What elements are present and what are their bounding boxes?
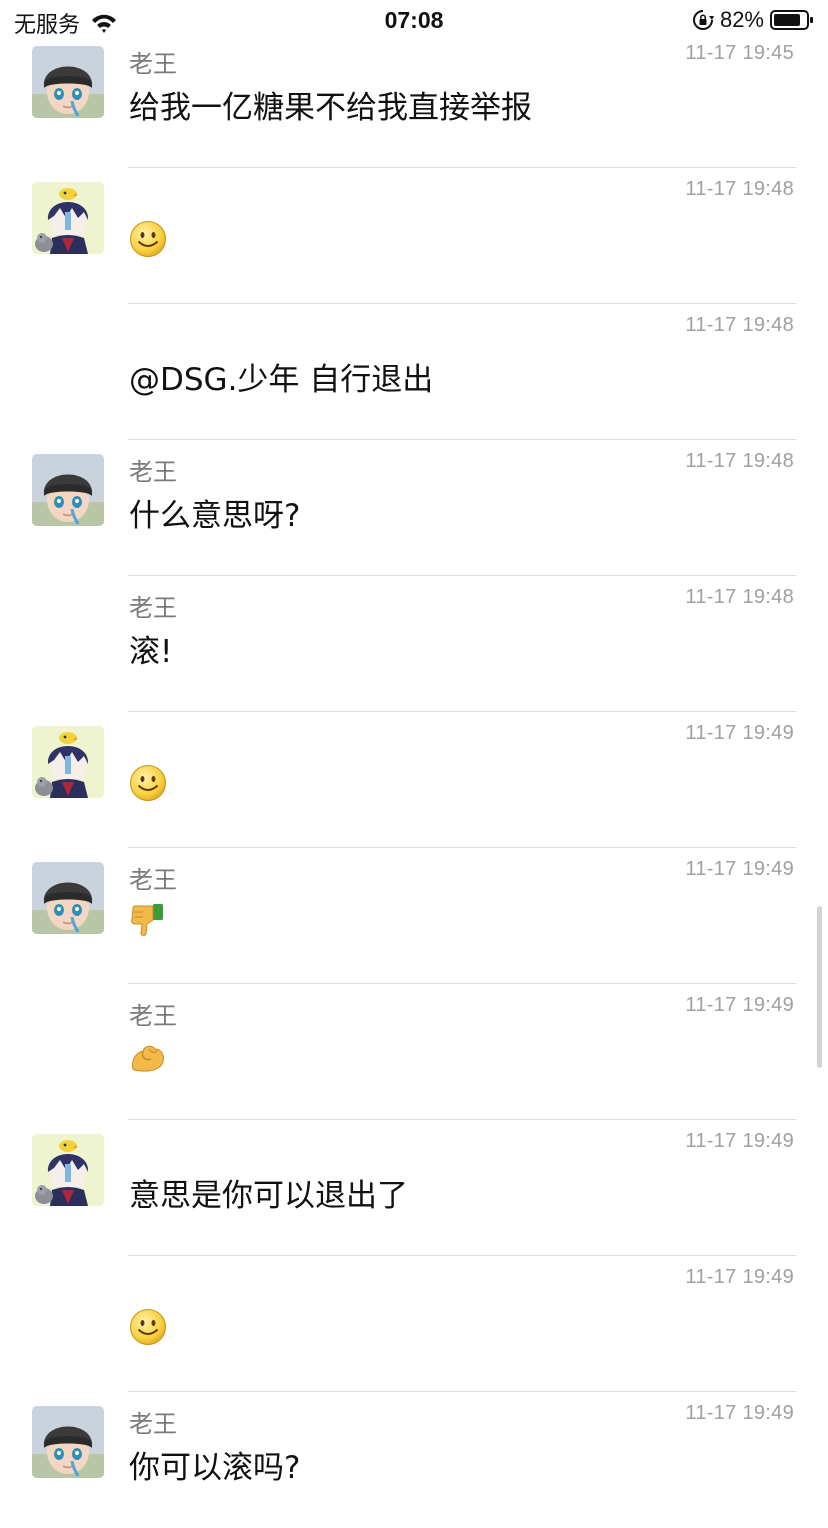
message-timestamp: 11-17 19:48 <box>685 314 794 336</box>
list-item[interactable]: 11-17 19:49 意思是你可以退出了 <box>0 1120 828 1256</box>
beanie-boy-avatar[interactable] <box>32 46 104 118</box>
battery-percent: 82% <box>719 7 764 32</box>
list-item[interactable]: 老王 11-17 19:48 什么意思呀? <box>0 440 828 576</box>
message-timestamp: 11-17 19:49 <box>685 1266 794 1288</box>
message-text: 什么意思呀? <box>129 498 301 534</box>
author-name[interactable]: 老王 <box>129 996 177 1031</box>
list-item[interactable]: 老王 11-17 19:49 <box>0 848 828 984</box>
message-feed[interactable]: 老王 11-17 19:45 给我一亿糖果不给我直接举报 11-17 19:48… <box>0 0 828 1486</box>
smiling-face-emoji <box>129 764 167 802</box>
chick-hat-boy-avatar[interactable] <box>32 182 104 254</box>
battery-icon <box>770 9 814 31</box>
author-name[interactable]: 老王 <box>129 1404 177 1439</box>
author-name[interactable]: 老王 <box>129 860 177 895</box>
author-name[interactable]: 老王 <box>129 452 177 487</box>
message-timestamp: 11-17 19:49 <box>685 994 794 1016</box>
list-item[interactable]: 老王 11-17 19:49 <box>0 984 828 1120</box>
status-bar: 无服务 07:08 82% <box>0 0 828 42</box>
list-item[interactable]: 11-17 19:49 <box>0 1256 828 1392</box>
message-timestamp: 11-17 19:49 <box>685 722 794 744</box>
list-item[interactable]: 老王 11-17 19:48 滚! <box>0 576 828 712</box>
message-text: 意思是你可以退出了 <box>129 1178 408 1214</box>
message-text: @DSG.少年 自行退出 <box>129 362 434 398</box>
message-timestamp: 11-17 19:45 <box>685 42 794 64</box>
chick-hat-boy-avatar[interactable] <box>32 1134 104 1206</box>
message-text: 滚! <box>129 634 173 670</box>
beanie-boy-avatar[interactable] <box>32 1406 104 1478</box>
scrollbar-thumb[interactable] <box>817 906 822 1068</box>
flexed-arm-emoji <box>129 1039 167 1077</box>
smiling-face-emoji <box>129 220 167 258</box>
list-item[interactable]: 老王 11-17 19:45 给我一亿糖果不给我直接举报 <box>0 32 828 168</box>
list-item[interactable]: 老王 11-17 19:49 你可以滚吗? <box>0 1392 828 1528</box>
message-timestamp: 11-17 19:48 <box>685 178 794 200</box>
message-timestamp: 11-17 19:48 <box>685 450 794 472</box>
list-item[interactable]: 11-17 19:48 @DSG.少年 自行退出 <box>0 304 828 440</box>
chick-hat-boy-avatar[interactable] <box>32 726 104 798</box>
message-text: 给我一亿糖果不给我直接举报 <box>129 90 532 126</box>
message-timestamp: 11-17 19:48 <box>685 586 794 608</box>
message-timestamp: 11-17 19:49 <box>685 1130 794 1152</box>
smiling-face-emoji <box>129 1308 167 1346</box>
status-indicators: 82% <box>692 7 814 33</box>
message-timestamp: 11-17 19:49 <box>685 1402 794 1424</box>
message-text: 你可以滚吗? <box>129 1450 301 1486</box>
beanie-boy-avatar[interactable] <box>32 862 104 934</box>
author-name[interactable]: 老王 <box>129 588 177 623</box>
beanie-boy-avatar[interactable] <box>32 454 104 526</box>
thumbs-down-emoji <box>129 900 167 938</box>
list-item[interactable]: 11-17 19:49 <box>0 712 828 848</box>
message-timestamp: 11-17 19:49 <box>685 858 794 880</box>
rotation-lock-icon <box>692 9 714 31</box>
author-name[interactable]: 老王 <box>129 44 177 79</box>
list-item[interactable]: 11-17 19:48 <box>0 168 828 304</box>
